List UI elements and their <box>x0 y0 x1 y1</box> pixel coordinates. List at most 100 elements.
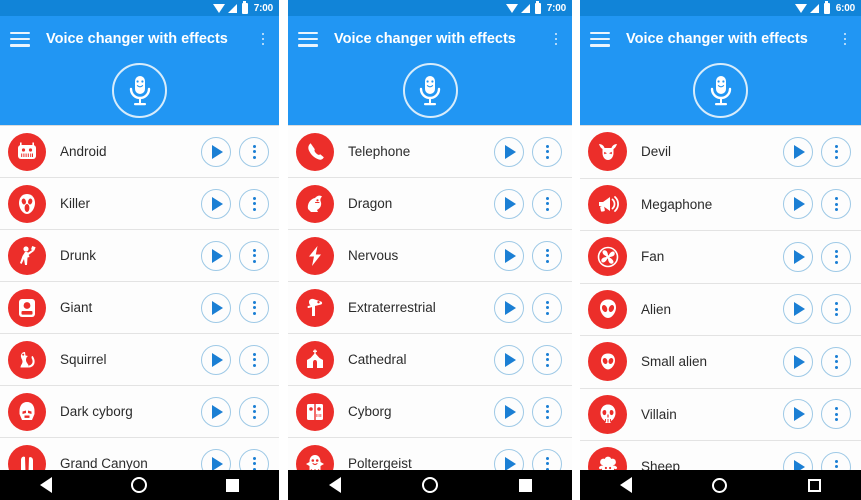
play-button[interactable] <box>494 292 524 323</box>
overflow-menu-icon[interactable] <box>548 29 564 49</box>
effects-list-3[interactable]: Devil Megaphone Fan Alien Small alien Vi… <box>580 125 861 470</box>
row-menu-button[interactable] <box>821 294 851 325</box>
wifi-icon <box>212 3 225 13</box>
play-button[interactable] <box>494 188 524 219</box>
battery-icon <box>534 0 541 14</box>
row-menu-button[interactable] <box>239 292 269 323</box>
kebab-menu-icon <box>545 248 549 263</box>
play-button[interactable] <box>783 294 813 325</box>
row-menu-button[interactable] <box>239 344 269 375</box>
play-button[interactable] <box>783 451 813 470</box>
recents-icon[interactable] <box>518 478 532 492</box>
play-button[interactable] <box>783 189 813 220</box>
row-menu-button[interactable] <box>821 189 851 220</box>
table-row[interactable]: Villain <box>580 388 861 441</box>
hamburger-menu-icon[interactable] <box>590 31 610 47</box>
table-row[interactable]: Giant <box>0 282 279 334</box>
row-menu-button[interactable] <box>821 451 851 470</box>
record-mic-button[interactable] <box>402 63 458 118</box>
kebab-menu-icon <box>834 407 838 422</box>
record-mic-button[interactable] <box>693 63 748 118</box>
row-menu-button[interactable] <box>532 292 562 323</box>
back-icon[interactable] <box>328 477 341 493</box>
app-bar: Voice changer with effects <box>580 16 861 125</box>
play-button[interactable] <box>201 344 231 375</box>
play-button[interactable] <box>494 240 524 271</box>
squirrel-icon <box>8 340 46 379</box>
home-icon[interactable] <box>421 477 438 493</box>
table-row[interactable]: Poltergeist <box>288 438 572 470</box>
list-item-label: Alien <box>641 301 672 317</box>
recents-icon[interactable] <box>226 478 240 492</box>
table-row[interactable]: Alien <box>580 283 861 336</box>
table-row[interactable]: Nervous <box>288 230 572 282</box>
row-menu-button[interactable] <box>821 241 851 272</box>
small-alien-head-icon <box>588 342 627 382</box>
table-row[interactable]: Telephone <box>288 126 572 178</box>
play-button[interactable] <box>494 344 524 375</box>
play-button[interactable] <box>201 188 231 219</box>
row-menu-button[interactable] <box>239 188 269 219</box>
table-row[interactable]: Dragon <box>288 178 572 230</box>
table-row[interactable]: Grand Canyon <box>0 438 279 470</box>
table-row[interactable]: Drunk <box>0 230 279 282</box>
status-bar: 6:00 <box>580 0 861 16</box>
row-menu-button[interactable] <box>239 396 269 427</box>
play-button[interactable] <box>783 399 813 430</box>
row-menu-button[interactable] <box>239 448 269 470</box>
row-menu-button[interactable] <box>532 240 562 271</box>
table-row[interactable]: Cathedral <box>288 334 572 386</box>
play-icon <box>505 404 516 419</box>
list-item-label: Devil <box>641 144 672 160</box>
effects-list-1[interactable]: Android Killer Drunk Giant Squirrel Dark… <box>0 125 279 470</box>
recents-icon[interactable] <box>807 478 821 492</box>
play-button[interactable] <box>201 136 231 167</box>
play-button[interactable] <box>201 448 231 470</box>
hamburger-menu-icon[interactable] <box>298 31 318 47</box>
play-button[interactable] <box>494 448 524 470</box>
hamburger-menu-icon[interactable] <box>10 31 30 47</box>
play-button[interactable] <box>494 136 524 167</box>
play-button[interactable] <box>201 292 231 323</box>
play-button[interactable] <box>494 396 524 427</box>
play-button[interactable] <box>783 136 813 167</box>
play-button[interactable] <box>783 346 813 377</box>
mic-button-area <box>580 62 861 125</box>
row-menu-button[interactable] <box>821 346 851 377</box>
table-row[interactable]: Devil <box>580 126 861 179</box>
back-icon[interactable] <box>620 477 633 493</box>
row-menu-button[interactable] <box>532 136 562 167</box>
list-item-label: Megaphone <box>641 196 713 212</box>
table-row[interactable]: Dark cyborg <box>0 386 279 438</box>
home-icon[interactable] <box>712 477 728 493</box>
table-row[interactable]: Extraterrestrial <box>288 282 572 334</box>
kebab-menu-icon <box>834 197 838 212</box>
table-row[interactable]: Small alien <box>580 336 861 389</box>
row-menu-button[interactable] <box>239 136 269 167</box>
overflow-menu-icon[interactable] <box>255 29 271 49</box>
row-menu-button[interactable] <box>239 240 269 271</box>
back-icon[interactable] <box>39 477 52 493</box>
record-mic-button[interactable] <box>112 63 167 118</box>
play-button[interactable] <box>783 241 813 272</box>
table-row[interactable]: Android <box>0 126 279 178</box>
table-row[interactable]: Megaphone <box>580 178 861 231</box>
row-menu-button[interactable] <box>821 399 851 430</box>
overflow-menu-icon[interactable] <box>837 29 853 49</box>
dark-cyborg-helmet-icon <box>8 392 46 431</box>
row-menu-button[interactable] <box>532 344 562 375</box>
row-menu-button[interactable] <box>532 396 562 427</box>
table-row[interactable]: Sheep <box>580 441 861 470</box>
table-row[interactable]: Killer <box>0 178 279 230</box>
row-menu-button[interactable] <box>532 448 562 470</box>
table-row[interactable]: Fan <box>580 231 861 284</box>
play-button[interactable] <box>201 396 231 427</box>
page-title: Voice changer with effects <box>626 31 808 47</box>
row-menu-button[interactable] <box>821 136 851 167</box>
effects-list-2[interactable]: Telephone Dragon Nervous Extraterrestria… <box>288 125 572 470</box>
table-row[interactable]: Cyborg <box>288 386 572 438</box>
table-row[interactable]: Squirrel <box>0 334 279 386</box>
home-icon[interactable] <box>130 477 147 493</box>
play-button[interactable] <box>201 240 231 271</box>
row-menu-button[interactable] <box>532 188 562 219</box>
